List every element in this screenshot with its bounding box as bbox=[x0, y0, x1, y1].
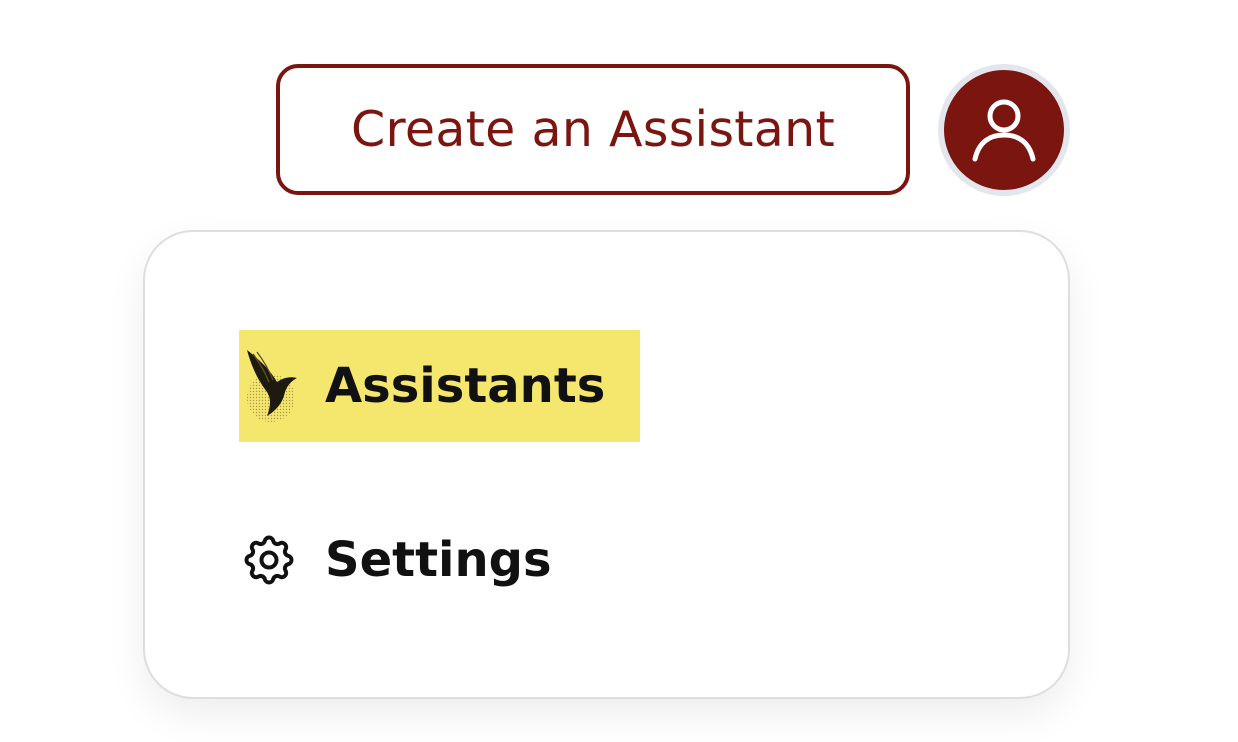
menu-item-settings[interactable]: Settings bbox=[239, 510, 552, 610]
menu-item-label: Settings bbox=[325, 532, 552, 588]
menu-item-assistants[interactable]: Assistants bbox=[239, 330, 640, 442]
assistants-bird-logo-icon bbox=[247, 350, 297, 422]
profile-dropdown-menu: Assistants Settings bbox=[143, 230, 1070, 699]
user-avatar-button[interactable] bbox=[938, 64, 1070, 196]
user-icon bbox=[972, 99, 1036, 162]
menu-item-label: Assistants bbox=[325, 358, 606, 414]
gear-icon bbox=[244, 535, 294, 585]
create-assistant-button[interactable]: Create an Assistant bbox=[276, 64, 910, 195]
